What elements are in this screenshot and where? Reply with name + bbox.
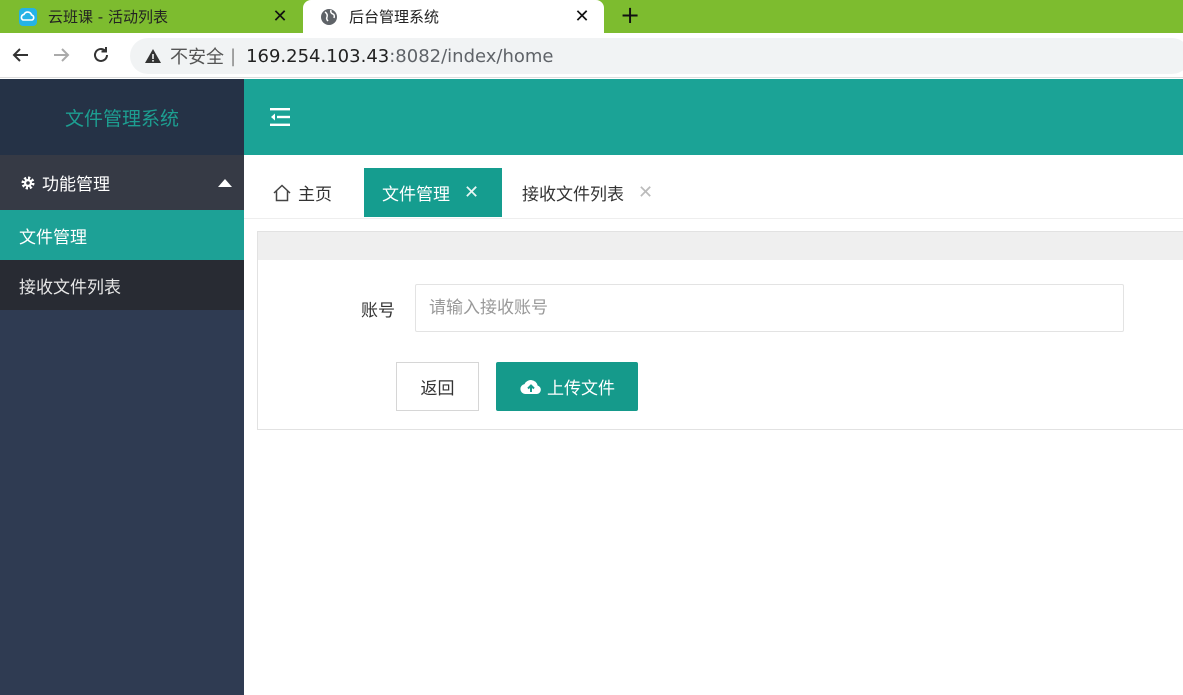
back-button[interactable]: 返回: [396, 362, 479, 411]
sidebar-group-function-management[interactable]: 功能管理: [0, 155, 244, 210]
browser-tab-yunbanke[interactable]: 云班课 - 活动列表 ✕: [0, 0, 302, 33]
upload-form-panel: 账号 返回 上传文件: [257, 231, 1183, 430]
browser-tab-title: 后台管理系统: [349, 8, 440, 26]
close-tab-icon[interactable]: ✕: [268, 5, 292, 29]
browser-toolbar: 不安全 | 169.254.103.43 :8082/index/home: [0, 33, 1183, 78]
cloud-upload-icon: [520, 379, 541, 394]
reload-button[interactable]: [88, 42, 114, 68]
caret-up-icon: [218, 178, 232, 187]
reload-icon: [94, 47, 108, 62]
upload-button-label: 上传文件: [547, 379, 615, 399]
panel-header: [258, 232, 1183, 260]
tab-label: 文件管理: [382, 185, 450, 205]
address-bar[interactable]: 不安全 | 169.254.103.43 :8082/index/home: [130, 38, 1183, 74]
arrow-left-icon: [12, 48, 28, 62]
browser-tab-strip: 云班课 - 活动列表 ✕ 后台管理系统 ✕ +: [0, 0, 1183, 33]
warning-icon[interactable]: [144, 47, 162, 65]
upload-file-button[interactable]: 上传文件: [496, 362, 638, 411]
tab-home[interactable]: 主页: [272, 168, 332, 217]
gear-icon: [21, 176, 35, 189]
page-tab-bar: 主页 文件管理 ✕ 接收文件列表 ✕: [244, 155, 1183, 219]
close-icon[interactable]: ✕: [638, 182, 653, 203]
url-path: :8082/index/home: [389, 45, 554, 67]
back-button[interactable]: [8, 42, 34, 68]
app-logo: 文件管理系统: [0, 79, 244, 155]
new-tab-button[interactable]: +: [616, 1, 644, 29]
globe-icon: [321, 8, 337, 25]
account-label: 账号: [361, 301, 395, 321]
browser-tab-admin[interactable]: 后台管理系统 ✕: [303, 0, 604, 33]
sidebar-item-label: 接收文件列表: [19, 277, 121, 298]
url-host: 169.254.103.43: [246, 45, 390, 67]
sidebar-group-label: 功能管理: [42, 175, 110, 195]
close-icon[interactable]: ✕: [464, 182, 479, 203]
tab-received-files[interactable]: 接收文件列表 ✕: [522, 168, 653, 217]
security-status: 不安全: [170, 47, 224, 68]
cloud-class-favicon-icon: [19, 7, 37, 26]
sidebar-item-received-files[interactable]: 接收文件列表: [0, 260, 244, 310]
menu-collapse-icon[interactable]: [270, 107, 292, 127]
app-header: [244, 79, 1183, 155]
sidebar: 文件管理系统 功能管理 文件管理 接收文件列表: [0, 79, 244, 695]
forward-button[interactable]: [48, 42, 74, 68]
tab-file-management[interactable]: 文件管理 ✕: [364, 168, 502, 217]
account-input[interactable]: [415, 284, 1124, 332]
close-tab-icon[interactable]: ✕: [570, 5, 594, 29]
tab-label: 接收文件列表: [522, 185, 624, 205]
arrow-right-icon: [54, 48, 70, 62]
browser-tab-title: 云班课 - 活动列表: [48, 8, 168, 26]
sidebar-item-file-management[interactable]: 文件管理: [0, 210, 244, 260]
sidebar-item-label: 文件管理: [19, 227, 87, 248]
tab-label: 主页: [298, 185, 332, 205]
home-icon: [273, 183, 291, 201]
address-separator: |: [230, 45, 237, 67]
